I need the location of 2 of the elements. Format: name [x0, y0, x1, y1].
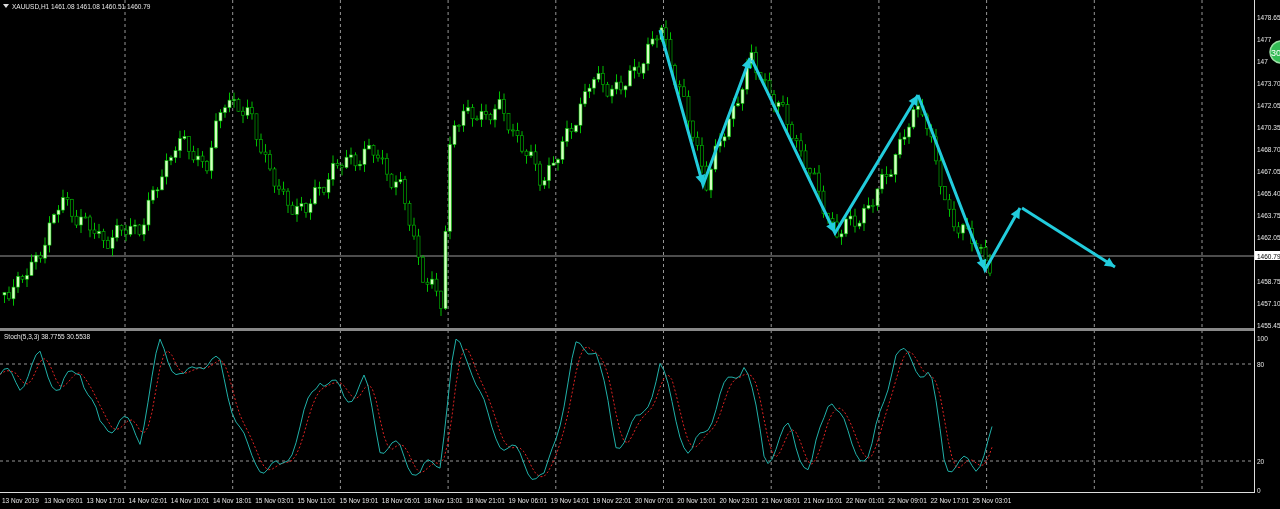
dropdown-triangle-icon[interactable]	[3, 4, 9, 8]
status-badge: 30	[1269, 40, 1280, 64]
